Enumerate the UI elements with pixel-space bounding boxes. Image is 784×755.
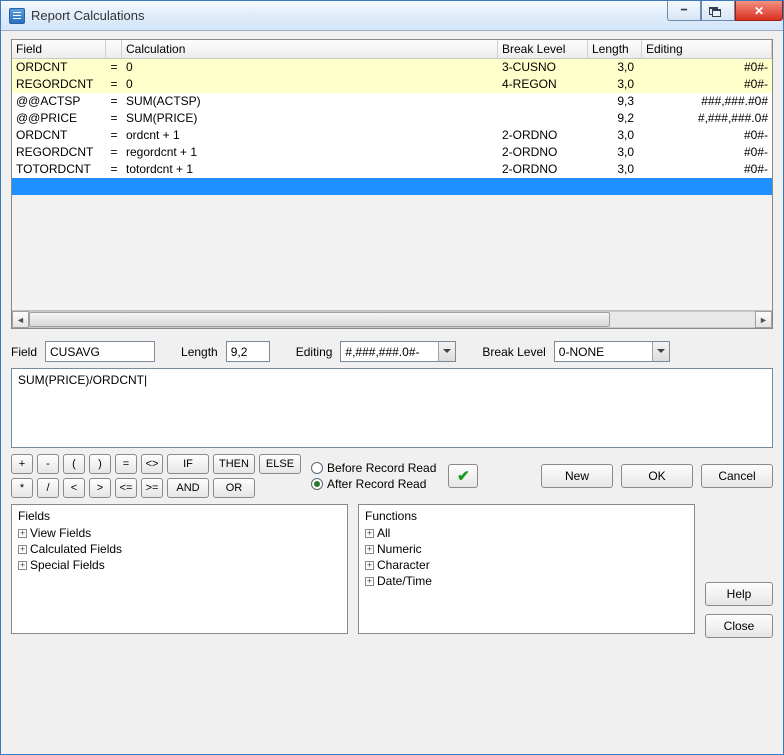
chevron-down-icon[interactable] <box>652 342 669 361</box>
field-input[interactable] <box>45 341 155 362</box>
fields-tree-header: Fields <box>18 509 341 523</box>
op-slash[interactable]: / <box>37 478 59 498</box>
scroll-right-button[interactable]: ► <box>755 311 772 328</box>
table-row[interactable]: REGORDCNT=04-REGON3,0#0#- <box>12 76 772 93</box>
scroll-thumb[interactable] <box>29 312 610 327</box>
close-button[interactable]: Close <box>705 614 773 638</box>
after-record-radio[interactable]: After Record Read <box>311 477 436 491</box>
table-row[interactable]: ORDCNT=ordcnt + 12-ORDNO3,0#0#- <box>12 127 772 144</box>
expression-text: SUM(PRICE)/ORDCNT| <box>18 373 147 387</box>
op-gt[interactable]: > <box>89 478 111 498</box>
operator-toolbar: + - * / ( ) < > <box>11 454 773 498</box>
length-input[interactable] <box>226 341 270 362</box>
checkmark-icon: ✔ <box>457 467 470 485</box>
op-if[interactable]: IF <box>167 454 209 474</box>
cancel-button[interactable]: Cancel <box>701 464 773 488</box>
op-lparen[interactable]: ( <box>63 454 85 474</box>
col-field[interactable]: Field <box>12 40 106 58</box>
op-then[interactable]: THEN <box>213 454 255 474</box>
op-le[interactable]: <= <box>115 478 137 498</box>
window-title: Report Calculations <box>31 8 667 23</box>
new-button[interactable]: New <box>541 464 613 488</box>
scroll-track[interactable] <box>29 311 755 328</box>
scroll-left-button[interactable]: ◄ <box>12 311 29 328</box>
editing-label: Editing <box>296 345 333 359</box>
field-form-row: Field Length Editing Break Level <box>11 335 773 362</box>
before-record-label: Before Record Read <box>327 461 436 475</box>
table-row[interactable]: ORDCNT=03-CUSNO3,0#0#- <box>12 59 772 76</box>
horizontal-scrollbar[interactable]: ◄ ► <box>12 310 772 328</box>
col-eq[interactable] <box>106 40 122 58</box>
before-record-radio[interactable]: Before Record Read <box>311 461 436 475</box>
length-label: Length <box>181 345 218 359</box>
fields-tree[interactable]: Fields +View Fields+Calculated Fields+Sp… <box>11 504 348 634</box>
op-ne[interactable]: <> <box>141 454 163 474</box>
maximize-button[interactable] <box>701 1 735 21</box>
tree-item[interactable]: +Numeric <box>365 541 688 557</box>
op-rparen[interactable]: ) <box>89 454 111 474</box>
radio-icon <box>311 478 323 490</box>
chevron-down-icon[interactable] <box>438 342 455 361</box>
minimize-button[interactable]: ━ <box>667 1 701 21</box>
radio-icon <box>311 462 323 474</box>
col-break[interactable]: Break Level <box>498 40 588 58</box>
op-or[interactable]: OR <box>213 478 255 498</box>
tree-item[interactable]: +Date/Time <box>365 573 688 589</box>
ok-button[interactable]: OK <box>621 464 693 488</box>
tree-item[interactable]: +Calculated Fields <box>18 541 341 557</box>
tree-item[interactable]: +Character <box>365 557 688 573</box>
op-else[interactable]: ELSE <box>259 454 301 474</box>
expand-icon[interactable]: + <box>365 529 374 538</box>
table-row[interactable] <box>12 178 772 195</box>
validate-button[interactable]: ✔ <box>448 464 478 488</box>
break-label: Break Level <box>482 345 545 359</box>
tree-item[interactable]: +Special Fields <box>18 557 341 573</box>
col-length[interactable]: Length <box>588 40 642 58</box>
expand-icon[interactable]: + <box>365 561 374 570</box>
field-label: Field <box>11 345 37 359</box>
col-calculation[interactable]: Calculation <box>122 40 498 58</box>
break-combo[interactable] <box>554 341 670 362</box>
calculations-grid[interactable]: Field Calculation Break Level Length Edi… <box>11 39 773 329</box>
expand-icon[interactable]: + <box>365 545 374 554</box>
expand-icon[interactable]: + <box>365 577 374 586</box>
report-calculations-window: Report Calculations ━ ✕ Field Calculatio… <box>0 0 784 755</box>
close-window-button[interactable]: ✕ <box>735 1 783 21</box>
op-and[interactable]: AND <box>167 478 209 498</box>
table-row[interactable]: @@ACTSP=SUM(ACTSP)9,3###,###.#0# <box>12 93 772 110</box>
functions-tree-header: Functions <box>365 509 688 523</box>
editing-combo[interactable] <box>340 341 456 362</box>
table-row[interactable]: REGORDCNT=regordcnt + 12-ORDNO3,0#0#- <box>12 144 772 161</box>
titlebar[interactable]: Report Calculations ━ ✕ <box>1 1 783 31</box>
tree-item[interactable]: +View Fields <box>18 525 341 541</box>
after-record-label: After Record Read <box>327 477 426 491</box>
expand-icon[interactable]: + <box>18 561 27 570</box>
table-row[interactable]: @@PRICE=SUM(PRICE)9,2#,###,###.0# <box>12 110 772 127</box>
expand-icon[interactable]: + <box>18 529 27 538</box>
table-row[interactable]: TOTORDCNT=totordcnt + 12-ORDNO3,0#0#- <box>12 161 772 178</box>
op-plus[interactable]: + <box>11 454 33 474</box>
expression-textarea[interactable]: SUM(PRICE)/ORDCNT| <box>11 368 773 448</box>
op-eq[interactable]: = <box>115 454 137 474</box>
grid-header: Field Calculation Break Level Length Edi… <box>12 40 772 59</box>
op-lt[interactable]: < <box>63 478 85 498</box>
functions-tree[interactable]: Functions +All+Numeric+Character+Date/Ti… <box>358 504 695 634</box>
op-ge[interactable]: >= <box>141 478 163 498</box>
help-button[interactable]: Help <box>705 582 773 606</box>
tree-item[interactable]: +All <box>365 525 688 541</box>
app-icon <box>9 8 25 24</box>
col-editing[interactable]: Editing <box>642 40 772 58</box>
op-minus[interactable]: - <box>37 454 59 474</box>
op-star[interactable]: * <box>11 478 33 498</box>
expand-icon[interactable]: + <box>18 545 27 554</box>
